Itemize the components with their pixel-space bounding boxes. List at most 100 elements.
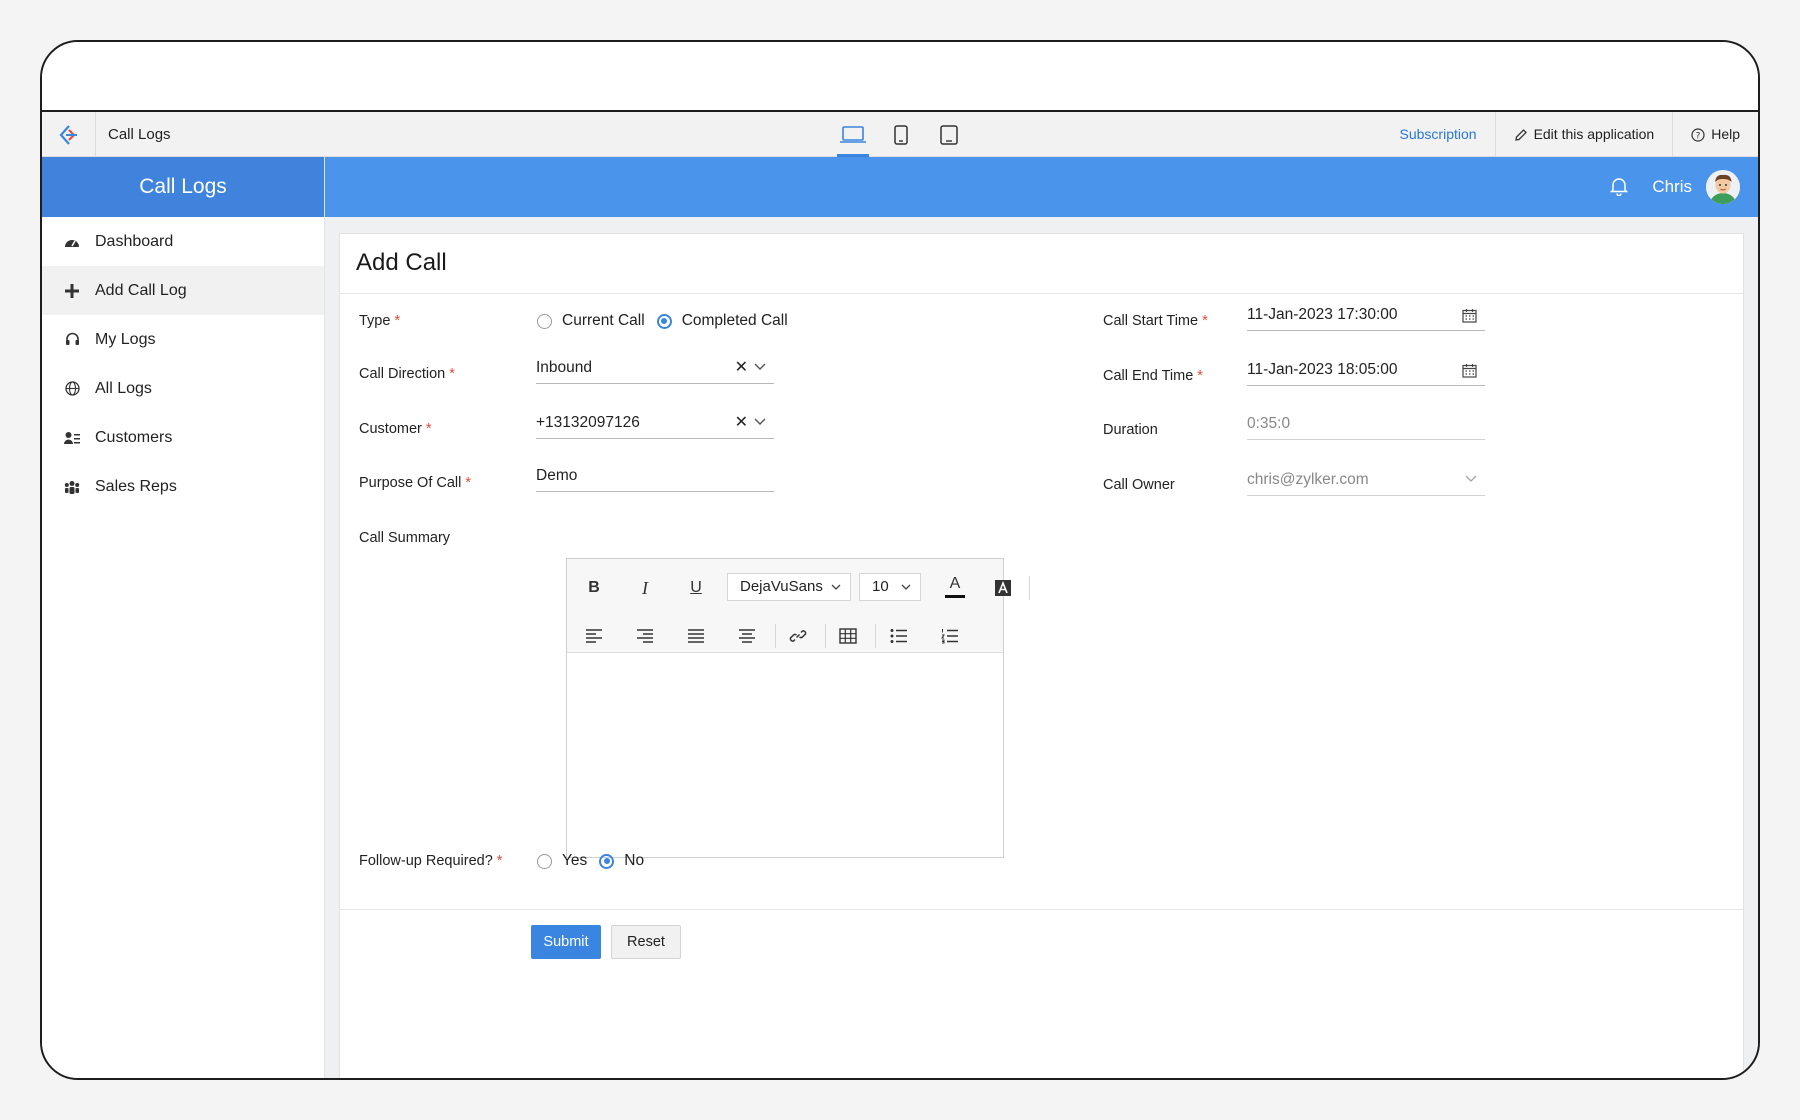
sidebar-item-all-logs[interactable]: All Logs [42,364,324,413]
subscription-link[interactable]: Subscription [1382,112,1495,157]
chevron-down-icon[interactable] [754,363,766,371]
font-color-bar [945,594,965,598]
radio-yes[interactable] [537,853,552,869]
follow-up-option-no[interactable]: No [599,852,644,870]
table-icon [839,628,857,644]
avatar[interactable] [1706,170,1740,204]
radio-current-call[interactable] [537,313,552,329]
device-preview-switcher [837,112,965,157]
app-logo[interactable] [42,112,96,157]
type-radio-group: Current Call Completed Call [537,312,800,330]
sidebar-item-dashboard[interactable]: Dashboard [42,217,324,266]
type-option-completed-call[interactable]: Completed Call [656,312,788,330]
font-family-select[interactable]: DejaVuSans [727,573,851,601]
purpose-input[interactable]: Demo [536,462,774,492]
sidebar-item-label: My Logs [95,330,156,348]
customer-select[interactable]: +13132097126 ✕ [536,409,774,439]
radio-completed-call[interactable] [656,313,672,329]
purpose-label: Purpose Of Call * [359,475,472,491]
chevron-down-icon[interactable] [754,418,766,426]
svg-text:?: ? [1696,131,1701,141]
app-title: Call Logs [108,126,171,143]
user-name[interactable]: Chris [1652,157,1692,217]
font-color-button[interactable]: A [940,571,970,601]
notifications-button[interactable] [1609,176,1629,201]
follow-up-option-label: No [624,852,645,869]
sidebar-item-my-logs[interactable]: My Logs [42,315,324,364]
desktop-view-button[interactable] [837,112,869,157]
tablet-view-button[interactable] [933,112,965,157]
align-left-icon [586,629,602,643]
sidebar-item-label: Sales Reps [95,477,177,495]
dashboard-icon [64,234,80,250]
justify-button[interactable] [681,621,711,651]
main-content: Add Call Type * Call Direction * Customer *… [325,217,1758,1078]
align-left-button[interactable] [579,621,609,651]
type-option-label: Current Call [562,312,645,329]
toolbar-separator [1029,576,1030,600]
contacts-icon [64,430,80,446]
call-start-time-input[interactable]: 11-Jan-2023 17:30:00 [1247,301,1485,331]
align-right-button[interactable] [630,621,660,651]
sidebar-item-label: Dashboard [95,232,174,250]
align-right-icon [637,629,653,643]
clear-customer-icon[interactable]: ✕ [735,409,748,437]
call-summary-textarea[interactable] [567,654,1003,857]
reset-button[interactable]: Reset [611,925,681,959]
bold-button[interactable]: B [579,573,609,603]
italic-button[interactable]: I [630,573,660,603]
customer-label-text: Customer [359,421,422,437]
justify-icon [688,629,704,643]
duration-value: 0:35:0 [1247,415,1291,432]
add-call-form: Add Call Type * Call Direction * Customer *… [339,233,1744,1078]
numbered-list-button[interactable] [935,621,965,651]
clear-call-direction-icon[interactable]: ✕ [735,354,748,382]
radio-no[interactable] [599,853,615,869]
mobile-view-button[interactable] [885,112,917,157]
follow-up-label-text: Follow-up Required? [359,853,493,869]
align-center-button[interactable] [732,621,762,651]
call-start-label: Call Start Time * [1103,313,1208,329]
call-end-time-input[interactable]: 11-Jan-2023 18:05:00 [1247,356,1485,386]
link-icon [789,630,807,642]
call-owner-value: chris@zylker.com [1247,471,1369,488]
insert-table-button[interactable] [833,621,863,651]
calendar-icon[interactable] [1462,308,1477,323]
app-window: Call Logs Subscription Edit this applica… [40,40,1760,1080]
sidebar-app-title: Call Logs [42,157,324,217]
edit-application-button[interactable]: Edit this application [1494,112,1673,157]
call-direction-select[interactable]: Inbound ✕ [536,354,774,384]
pencil-icon [1514,128,1527,141]
creator-logo-icon [59,124,77,145]
top-links: Subscription Edit this application ? Hel… [1382,112,1758,157]
calendar-icon[interactable] [1462,363,1477,378]
follow-up-label: Follow-up Required? * [359,853,503,869]
highlight-color-button[interactable] [988,573,1018,603]
underline-button[interactable]: U [681,573,711,603]
app-header: Chris [325,157,1758,217]
type-label: Type * [359,313,401,329]
sidebar-item-label: All Logs [95,379,152,397]
font-size-select[interactable]: 10 [859,573,921,601]
chevron-down-icon [1465,475,1477,482]
type-label-text: Type [359,313,391,329]
type-option-current-call[interactable]: Current Call [537,312,645,330]
globe-icon [64,381,80,397]
phone-icon [894,124,908,145]
call-start-value: 11-Jan-2023 17:30:00 [1247,306,1398,323]
submit-button[interactable]: Submit [531,925,601,959]
customer-label: Customer * [359,421,432,437]
window-titlebar [42,42,1758,112]
sidebar-item-add-call-log[interactable]: Add Call Log [42,266,324,315]
sidebar-item-label: Customers [95,428,173,446]
help-button[interactable]: ? Help [1672,112,1758,157]
sidebar-item-customers[interactable]: Customers [42,413,324,462]
sidebar-item-sales-reps[interactable]: Sales Reps [42,462,324,511]
call-start-label-text: Call Start Time [1103,313,1199,329]
edit-application-label: Edit this application [1533,126,1655,142]
follow-up-option-yes[interactable]: Yes [537,852,587,870]
insert-link-button[interactable] [783,621,813,651]
chevron-down-icon [831,584,841,590]
sidebar-item-label: Add Call Log [95,281,187,299]
bullet-list-button[interactable] [884,621,914,651]
